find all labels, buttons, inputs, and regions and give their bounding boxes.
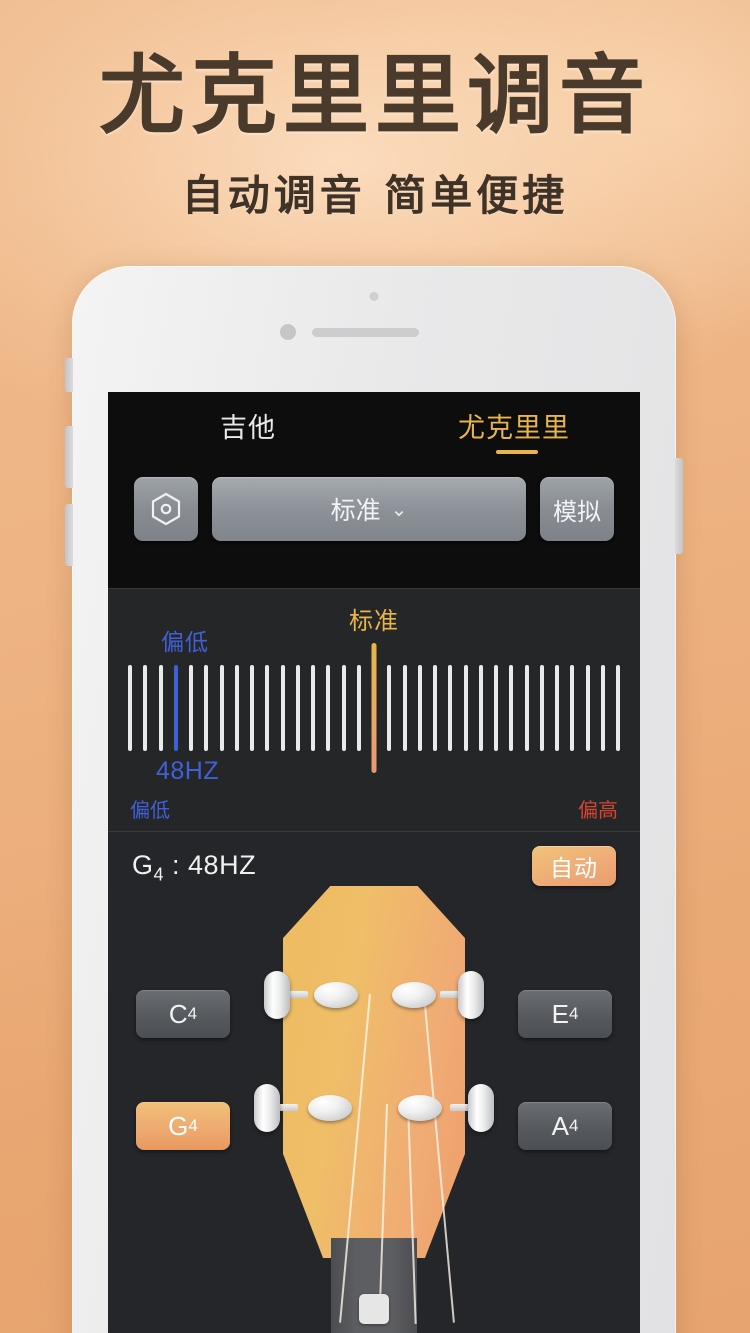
meter-tick	[478, 665, 483, 751]
phone-silent-switch[interactable]	[65, 358, 73, 392]
meter-tick	[356, 665, 361, 751]
meter-tick	[250, 665, 254, 751]
ukulele-headstock-graphic: C4 E4 G4 A4	[108, 886, 640, 1333]
meter-frequency-readout: 48HZ	[156, 757, 220, 785]
hexagon-peg-icon	[151, 492, 181, 526]
meter-tick	[387, 665, 392, 751]
auto-mode-button[interactable]: 自动	[532, 846, 616, 886]
meter-tick-active	[173, 665, 178, 751]
headstock-body	[283, 886, 465, 1258]
string-button-C4[interactable]: C4	[136, 990, 230, 1038]
current-note-readout: G4 : 48HZ	[132, 850, 257, 885]
meter-tick	[524, 665, 529, 751]
phone-power-button[interactable]	[675, 458, 683, 554]
tab-guitar[interactable]: 吉他	[220, 406, 276, 445]
hexagon-peg-icon-button[interactable]	[134, 477, 198, 541]
meter-tick	[417, 665, 422, 751]
meter-tick	[509, 665, 514, 751]
peg-head-A4[interactable]	[398, 1095, 442, 1121]
tab-ukulele[interactable]: 尤克里里	[458, 406, 570, 445]
peg-head-G4[interactable]	[308, 1095, 352, 1121]
meter-low-marker-label: 偏低	[161, 629, 209, 655]
meter-tick	[204, 665, 209, 751]
meter-tick	[128, 665, 132, 751]
phone-mockup: 吉他 尤克里里 标准 ⌄ 模拟 偏低 标准 48HZ 偏低 偏高 G4: 48…	[65, 266, 683, 1333]
meter-tick	[616, 665, 620, 751]
ukulele-tuner-panel: G4 : 48HZ 自动 C 4 E 4 G 4 A 4	[108, 832, 640, 1333]
earpiece-speaker-icon	[312, 328, 419, 337]
meter-tick	[265, 665, 270, 751]
meter-footer-low-label: 偏低	[130, 800, 170, 822]
preset-dropdown[interactable]: 标准 ⌄	[212, 477, 526, 541]
string-button-A4[interactable]: A4	[518, 1102, 612, 1150]
tuning-knob-E4[interactable]	[458, 971, 484, 1019]
peg-head-E4[interactable]	[392, 982, 436, 1008]
meter-tick	[539, 665, 544, 751]
simulate-button[interactable]: 模拟	[540, 477, 614, 541]
control-bar: 标准 ⌄ 模拟	[108, 474, 640, 544]
tuning-knob-G4[interactable]	[254, 1084, 280, 1132]
meter-tick	[585, 665, 590, 751]
meter-tick	[341, 665, 346, 751]
front-camera-icon	[369, 292, 379, 301]
poster-title: 尤克里里调音	[99, 45, 651, 146]
meter-tick	[402, 665, 407, 751]
meter-tick	[311, 665, 315, 751]
meter-tick	[295, 665, 300, 751]
meter-tick	[448, 665, 453, 751]
meter-tick	[555, 665, 559, 751]
meter-tick	[219, 665, 224, 751]
app-screen: 吉他 尤克里里 标准 ⌄ 模拟 偏低 标准 48HZ 偏低 偏高 G4: 48…	[108, 392, 640, 1333]
instrument-tabs: 吉他 尤克里里	[108, 392, 640, 460]
meter-tick	[463, 665, 468, 751]
poster-header: 尤克里里调音 自动调音 简单便捷	[0, 0, 750, 223]
meter-tick	[234, 665, 239, 751]
meter-footer-high-label: 偏高	[578, 800, 618, 822]
meter-tick	[433, 665, 437, 751]
proximity-sensor-icon	[280, 324, 296, 340]
meter-tick	[189, 665, 193, 751]
phone-volume-down-button[interactable]	[65, 504, 73, 566]
peg-head-C4[interactable]	[314, 982, 358, 1008]
meter-tick	[280, 665, 285, 751]
tuning-knob-C4[interactable]	[264, 971, 290, 1019]
nut-marker	[359, 1294, 389, 1324]
meter-needle	[371, 643, 377, 773]
tuning-meter: 偏低 标准 48HZ 偏低 偏高	[108, 588, 640, 832]
meter-tick	[494, 665, 498, 751]
meter-tick	[600, 665, 605, 751]
chevron-down-icon: ⌄	[390, 498, 408, 521]
string-button-G4[interactable]: G4	[136, 1102, 230, 1150]
tuning-knob-A4[interactable]	[468, 1084, 494, 1132]
phone-volume-up-button[interactable]	[65, 426, 73, 488]
preset-label: 标准	[330, 497, 381, 525]
app-topbar: 吉他 尤克里里 标准 ⌄ 模拟	[108, 392, 640, 588]
meter-tick	[158, 665, 163, 751]
meter-standard-label: 标准	[349, 608, 399, 635]
meter-tick	[326, 665, 331, 751]
string-button-E4[interactable]: E4	[518, 990, 612, 1038]
poster-subtitle: 自动调音 简单便捷	[181, 170, 569, 220]
meter-tick	[143, 665, 148, 751]
tab-active-underline	[496, 450, 538, 454]
meter-tick	[570, 665, 575, 751]
